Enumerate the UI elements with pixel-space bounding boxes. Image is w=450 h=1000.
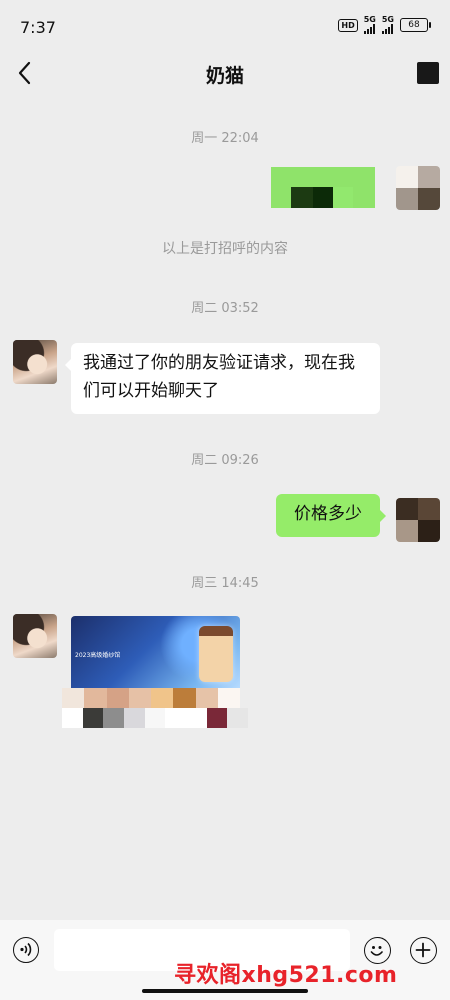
card-mosaic-row-1: [62, 688, 240, 708]
signal-2-label: 5G: [381, 15, 394, 24]
card-caption: 2023高级婚纱馆: [75, 652, 121, 659]
friend-avatar[interactable]: [13, 614, 57, 658]
hd-badge: HD: [338, 18, 358, 32]
card-mosaic-row-2: [62, 708, 249, 728]
battery-icon: 68: [400, 18, 431, 32]
timestamp: 周一 22:04: [191, 131, 259, 146]
status-icons: HD 5G 5G 68: [338, 15, 431, 34]
self-avatar[interactable]: [396, 498, 440, 542]
incoming-message-bubble[interactable]: 我通过了你的朋友验证请求，现在我们可以开始聊天了: [65, 343, 380, 414]
voice-icon[interactable]: [13, 937, 39, 963]
signal-1-label: 5G: [363, 15, 376, 24]
timestamp: 周三 14:45: [191, 576, 259, 591]
outgoing-message-bubble[interactable]: 价格多少: [276, 494, 386, 537]
status-time: 7:37: [20, 18, 56, 37]
watermark-text: 寻欢阁xhg521.com: [174, 963, 398, 988]
timestamp: 周二 03:52: [191, 301, 259, 316]
outgoing-image-message[interactable]: [271, 167, 375, 208]
plus-icon[interactable]: [410, 937, 437, 964]
greeting-note: 以上是打招呼的内容: [162, 241, 288, 257]
perfume-bottle-image: [199, 626, 233, 682]
timestamp: 周二 09:26: [191, 453, 259, 468]
friend-avatar[interactable]: [13, 340, 57, 384]
home-indicator[interactable]: [142, 989, 308, 993]
chat-title: 奶猫: [205, 65, 244, 87]
more-button[interactable]: [417, 62, 439, 84]
message-text: 我通过了你的朋友验证请求，现在我们可以开始聊天了: [83, 353, 355, 401]
message-text: 价格多少: [294, 504, 362, 524]
signal-1-icon: 5G: [363, 15, 376, 34]
self-avatar[interactable]: [396, 166, 440, 210]
signal-2-icon: 5G: [381, 15, 394, 34]
